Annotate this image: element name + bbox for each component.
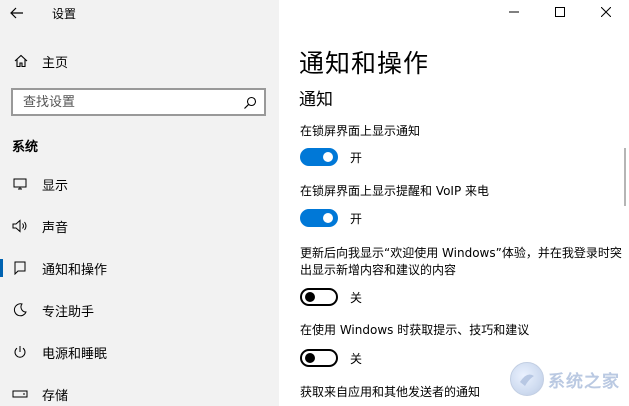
- setting-label-tips-tricks: 在使用 Windows 时获取提示、技巧和建议: [300, 323, 530, 337]
- sidebar-item-label: 专注助手: [42, 304, 95, 320]
- sidebar-item-label: 声音: [42, 220, 69, 236]
- toggle-row-welcome-experience[interactable]: 关: [300, 288, 362, 306]
- sidebar-item-label: 存储: [42, 388, 69, 404]
- window-controls: [491, 0, 629, 24]
- speaker-icon: [12, 219, 28, 233]
- monitor-icon: [12, 178, 28, 190]
- main-content: 通知和操作 通知 在锁屏界面上显示通知 开 在锁屏界面上显示提醒和 VoIP 来…: [279, 0, 629, 406]
- maximize-icon: [555, 7, 565, 17]
- close-icon: [601, 7, 611, 17]
- search-icon[interactable]: [243, 95, 257, 114]
- setting-label-lockscreen-reminders-voip: 在锁屏界面上显示提醒和 VoIP 来电: [300, 184, 490, 198]
- toggle-switch[interactable]: [300, 288, 338, 306]
- maximize-button[interactable]: [537, 0, 583, 24]
- sidebar-item-label: 电源和睡眠: [42, 346, 108, 362]
- toggle-switch[interactable]: [300, 349, 338, 367]
- toggle-state-label: 开: [350, 211, 363, 226]
- page-title: 通知和操作: [299, 49, 430, 78]
- search-box[interactable]: [11, 88, 266, 116]
- back-arrow-icon: [10, 7, 23, 19]
- toggle-row-lockscreen-notifications[interactable]: 开: [300, 148, 362, 166]
- scrollbar[interactable]: [624, 148, 626, 206]
- notification-icon: [12, 261, 28, 275]
- toggle-state-label: 开: [350, 150, 363, 165]
- toggle-state-label: 关: [350, 351, 363, 366]
- section-title: 系统: [12, 140, 39, 155]
- storage-icon: [12, 388, 28, 400]
- setting-label-lockscreen-notifications: 在锁屏界面上显示通知: [300, 124, 421, 138]
- sidebar-item-display[interactable]: 显示: [0, 166, 279, 202]
- sidebar-item-label: 显示: [42, 178, 69, 194]
- setting-label-app-notifications: 获取来自应用和其他发送者的通知: [300, 385, 481, 399]
- close-button[interactable]: [583, 0, 629, 24]
- section-heading: 通知: [299, 90, 333, 110]
- app-title: 设置: [52, 7, 77, 21]
- sidebar-item-label: 主页: [42, 55, 69, 71]
- sidebar: 设置 主页 系统 显示: [0, 0, 279, 406]
- back-button[interactable]: [0, 0, 34, 26]
- toggle-switch[interactable]: [300, 148, 338, 166]
- sidebar-item-focus-assist[interactable]: 专注助手: [0, 292, 279, 328]
- moon-icon: [12, 303, 28, 317]
- toggle-switch[interactable]: [300, 209, 338, 227]
- home-icon: [14, 54, 28, 68]
- toggle-knob: [305, 353, 315, 363]
- minimize-button[interactable]: [491, 0, 537, 24]
- power-icon: [12, 345, 28, 359]
- toggle-row-lockscreen-reminders-voip[interactable]: 开: [300, 209, 362, 227]
- toggle-knob: [323, 152, 333, 162]
- toggle-knob: [323, 213, 333, 223]
- sidebar-item-label: 通知和操作: [42, 262, 108, 278]
- sidebar-item-storage[interactable]: 存储: [0, 376, 279, 406]
- search-input[interactable]: [23, 94, 223, 110]
- sidebar-item-notifications[interactable]: 通知和操作: [0, 250, 279, 286]
- toggle-row-tips-tricks[interactable]: 关: [300, 349, 362, 367]
- sidebar-item-sound[interactable]: 声音: [0, 208, 279, 244]
- toggle-knob: [305, 292, 315, 302]
- minimize-icon: [509, 11, 519, 13]
- sidebar-item-power-sleep[interactable]: 电源和睡眠: [0, 334, 279, 370]
- sidebar-item-home[interactable]: 主页: [0, 48, 279, 74]
- toggle-state-label: 关: [350, 290, 363, 305]
- setting-label-welcome-experience: 更新后向我显示“欢迎使用 Windows”体验，并在我登录时突出显示新增内容和建…: [300, 246, 622, 277]
